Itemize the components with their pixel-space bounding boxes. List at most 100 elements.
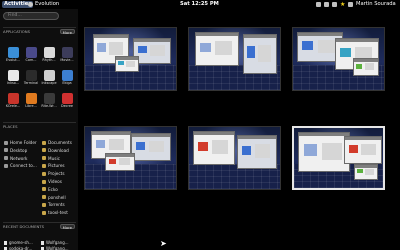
accessibility-icon[interactable]	[316, 2, 321, 7]
app-menu[interactable]: Evolution	[35, 0, 59, 9]
folder-icon	[42, 156, 46, 161]
applications-more-button[interactable]: More	[59, 29, 75, 35]
window-thumbnail[interactable]	[298, 132, 350, 172]
place-item[interactable]: Videos	[42, 178, 62, 185]
place-item[interactable]: tooxl-test	[42, 209, 68, 216]
place-label: tooxl-test	[48, 210, 68, 216]
folder-icon	[42, 148, 46, 153]
place-item[interactable]: Ecko	[42, 186, 58, 193]
app-icon	[25, 47, 37, 58]
place-icon	[4, 148, 8, 153]
recent-section-header: RECENT DOCUMENTS More	[3, 222, 76, 230]
workspace-thumbnail[interactable]	[84, 126, 177, 190]
app-icon	[61, 93, 73, 104]
applications-section-header: APPLICATIONS More	[3, 27, 76, 35]
place-label: ponshell	[48, 194, 66, 200]
place-label: Home Folder	[10, 140, 37, 145]
folder-icon	[42, 202, 46, 207]
place-item[interactable]: Desktop	[4, 147, 27, 154]
recent-more-button[interactable]: More	[59, 224, 75, 230]
place-label: Videos	[48, 179, 62, 184]
places-title: PLACES	[3, 124, 18, 129]
workspace-thumbnail[interactable]	[188, 27, 281, 91]
place-icon	[4, 156, 8, 161]
volume-icon[interactable]	[332, 2, 337, 7]
place-item[interactable]: Documents	[42, 139, 72, 146]
place-label: Ecko	[48, 186, 58, 192]
app-launcher[interactable]: Movie...	[58, 46, 76, 67]
place-label: Connect to...	[10, 163, 37, 169]
system-tray: ★	[316, 0, 354, 9]
app-label: Ekiga	[62, 81, 72, 85]
window-thumbnail[interactable]	[243, 34, 277, 74]
app-label: Libre...	[25, 104, 37, 108]
app-launcher[interactable]: Libre...	[22, 92, 40, 113]
place-label: Music	[48, 155, 60, 161]
app-icon	[43, 47, 55, 58]
app-launcher[interactable]: Decree	[58, 92, 76, 113]
app-launcher[interactable]: Com...	[22, 46, 40, 67]
top-panel: Activities Evolution Sat 12:25 PM ★ Mart…	[0, 0, 400, 9]
app-launcher[interactable]: Terminal	[22, 69, 40, 90]
window-thumbnail[interactable]	[354, 164, 378, 180]
document-icon	[4, 241, 7, 245]
app-launcher[interactable]: Rhyth...	[40, 46, 58, 67]
window-thumbnail[interactable]	[105, 153, 135, 171]
network-icon[interactable]	[324, 2, 329, 7]
place-label: Desktop	[10, 147, 28, 153]
app-launcher[interactable]: Ekiga	[58, 69, 76, 90]
recent-document[interactable]: Wolfgang...	[41, 246, 69, 250]
app-icon	[7, 93, 19, 104]
battery-icon[interactable]	[348, 2, 354, 7]
app-launcher[interactable]: Inkso...	[4, 69, 22, 90]
app-label: Decree	[60, 104, 74, 108]
workspace-thumbnail[interactable]	[188, 126, 281, 190]
window-thumbnail[interactable]	[195, 32, 239, 66]
app-launcher[interactable]: Evolut...	[4, 46, 22, 67]
window-thumbnail[interactable]	[115, 56, 139, 72]
clock[interactable]: Sat 12:25 PM	[180, 0, 219, 9]
app-label: KOrele...	[5, 104, 21, 108]
folder-icon	[42, 210, 46, 215]
window-thumbnail[interactable]	[344, 136, 382, 164]
star-icon[interactable]: ★	[340, 2, 345, 8]
app-label: Terminal	[23, 81, 39, 85]
folder-icon	[42, 195, 46, 200]
folder-icon	[42, 140, 46, 145]
window-thumbnail[interactable]	[131, 133, 171, 161]
workspace-thumbnail[interactable]	[292, 27, 385, 91]
search-input[interactable]: Find...	[3, 12, 59, 20]
place-item[interactable]: Music	[42, 155, 60, 162]
app-icon	[61, 70, 73, 81]
place-item[interactable]: Network	[4, 155, 27, 162]
recent-title: RECENT DOCUMENTS	[3, 224, 45, 229]
window-thumbnail[interactable]	[193, 131, 235, 165]
recent-document-label: Wolfgang...	[46, 246, 69, 250]
place-icon	[4, 140, 8, 145]
app-label: Evolut...	[6, 58, 20, 62]
place-label: Download	[48, 147, 69, 153]
app-label: Inkscape	[41, 81, 57, 85]
app-launcher[interactable]: KOrele...	[4, 92, 22, 113]
user-menu[interactable]: Martin Sourada	[356, 0, 396, 9]
app-launcher[interactable]: Rite-Wr...	[40, 92, 58, 113]
app-icon	[43, 70, 55, 81]
evolution-app-icon	[28, 2, 33, 7]
place-item[interactable]: Projects	[42, 170, 65, 177]
place-item[interactable]: Torrents	[42, 201, 65, 208]
place-item[interactable]: Download	[42, 147, 69, 154]
workspace-thumbnail[interactable]	[84, 27, 177, 91]
place-item[interactable]: Home Folder	[4, 139, 37, 146]
window-thumbnail[interactable]	[237, 135, 277, 169]
app-label: Com...	[25, 58, 37, 62]
recent-document[interactable]: sodoka-dr...	[4, 246, 32, 250]
place-item[interactable]: ponshell	[42, 194, 66, 201]
workspace-thumbnail-active[interactable]	[292, 126, 385, 190]
window-thumbnail[interactable]	[353, 58, 379, 76]
place-item[interactable]: Connect to...	[4, 162, 37, 169]
place-item[interactable]: Pictures	[42, 162, 65, 169]
folder-icon	[42, 163, 46, 168]
app-icon	[25, 93, 37, 104]
applications-title: APPLICATIONS	[3, 29, 31, 34]
app-launcher[interactable]: Inkscape	[40, 69, 58, 90]
